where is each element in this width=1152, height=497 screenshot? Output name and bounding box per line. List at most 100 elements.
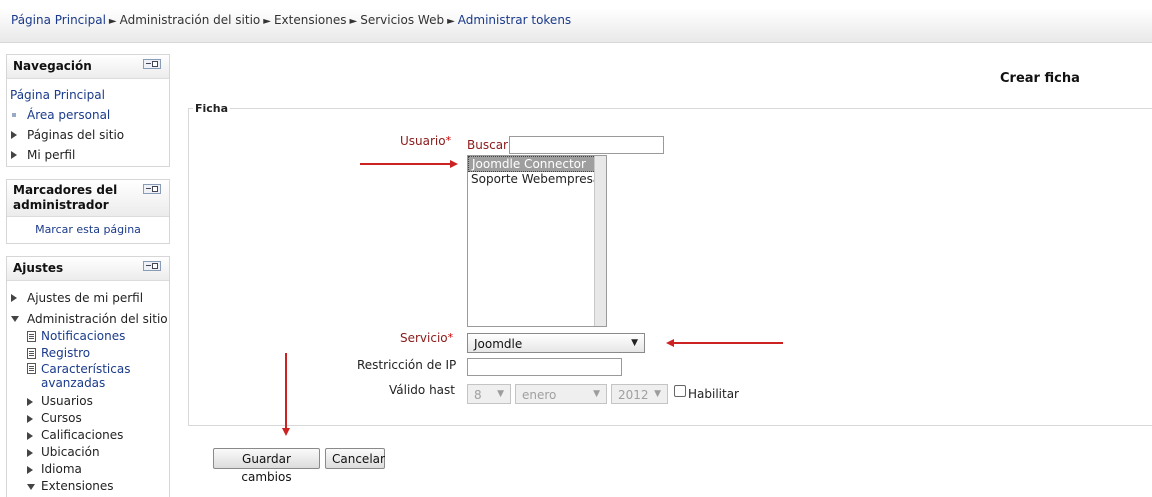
- settings-block-title: Ajustes: [13, 261, 64, 275]
- day-select-value: 8: [474, 388, 482, 402]
- service-select[interactable]: Joomdle ▼: [467, 333, 645, 353]
- settings-item-label: Calificaciones: [41, 428, 124, 442]
- admin-bookmarks-block-header: Marcadores del administrador: [7, 180, 169, 217]
- settings-item-caracteristicas-line2[interactable]: avanzadas: [7, 376, 169, 390]
- ip-restriction-input[interactable]: [467, 358, 622, 376]
- nav-item-label: Mi perfil: [27, 148, 76, 162]
- fieldset-legend: Ficha: [193, 102, 231, 115]
- chevron-down-icon: ▼: [654, 389, 661, 399]
- settings-item-label: Cursos: [41, 411, 82, 425]
- bookmark-this-page-link[interactable]: Marcar esta página: [35, 223, 141, 236]
- user-label: Usuario*: [400, 134, 451, 148]
- settings-item-label: Extensiones: [41, 479, 114, 493]
- block-dock-icon[interactable]: [143, 184, 161, 194]
- breadcrumb-separator: ►: [263, 16, 271, 27]
- expand-arrow-icon[interactable]: [27, 415, 33, 423]
- navigation-block-header: Navegación: [7, 55, 169, 79]
- document-icon: [27, 348, 36, 359]
- expand-arrow-icon[interactable]: [11, 294, 17, 302]
- enable-checkbox-label[interactable]: Habilitar: [688, 387, 739, 401]
- settings-item-extensiones[interactable]: Extensiones: [7, 478, 169, 495]
- settings-item-ajustes-perfil[interactable]: Ajustes de mi perfil: [7, 288, 169, 308]
- nav-item-paginas-del-sitio[interactable]: Páginas del sitio: [7, 125, 169, 145]
- nav-home-row: Página Principal: [7, 85, 169, 105]
- breadcrumb: Página Principal ► Administración del siti…: [11, 13, 571, 27]
- listbox-scrollbar[interactable]: [594, 156, 606, 326]
- settings-block: Ajustes Ajustes de mi perfil Administrac…: [6, 256, 170, 497]
- settings-item-label[interactable]: Notificaciones: [41, 329, 125, 343]
- user-search-input[interactable]: [509, 136, 664, 154]
- collapse-arrow-icon[interactable]: [27, 484, 35, 490]
- navigation-block-title: Navegación: [13, 59, 92, 73]
- settings-item-label: Usuarios: [41, 394, 93, 408]
- cancel-button[interactable]: Cancelar: [325, 448, 385, 469]
- save-changes-button[interactable]: Guardar cambios: [213, 448, 320, 484]
- chevron-down-icon: ▼: [593, 389, 600, 399]
- settings-item-notificaciones[interactable]: Notificaciones: [7, 328, 169, 345]
- user-option-joomdle-connector[interactable]: Joomdle Connector: [468, 156, 606, 172]
- settings-item-label: Idioma: [41, 462, 82, 476]
- breadcrumb-manage-tokens-link[interactable]: Administrar tokens: [458, 13, 571, 27]
- breadcrumb-separator: ►: [349, 16, 358, 27]
- breadcrumb-separator: ►: [108, 16, 117, 27]
- breadcrumb-web-services-link[interactable]: Servicios Web: [360, 13, 444, 27]
- breadcrumb-home-link[interactable]: Página Principal: [11, 13, 106, 27]
- document-icon: [27, 331, 36, 342]
- valid-until-label: Válido hast: [389, 383, 455, 397]
- navigation-block: Navegación Página Principal Área persona…: [6, 54, 170, 167]
- expand-arrow-icon[interactable]: [27, 466, 33, 474]
- block-dock-icon[interactable]: [143, 261, 161, 271]
- ip-restriction-label: Restricción de IP: [357, 358, 457, 372]
- settings-item-label[interactable]: Registro: [41, 346, 90, 360]
- valid-until-year-select: 2012 ▼: [611, 384, 668, 404]
- expand-arrow-icon[interactable]: [11, 131, 17, 139]
- breadcrumb-extensions-link[interactable]: Extensiones: [274, 13, 347, 27]
- settings-item-label: Ajustes de mi perfil: [27, 291, 144, 305]
- user-option-soporte-webempresa[interactable]: Soporte Webempresa: [468, 172, 606, 186]
- settings-item-cursos[interactable]: Cursos: [7, 410, 169, 427]
- token-fieldset: [188, 108, 1152, 426]
- admin-bookmarks-title-line1: Marcadores del: [13, 183, 118, 197]
- breadcrumb-site-admin-link[interactable]: Administración del sitio: [120, 13, 261, 27]
- nav-item-mi-perfil[interactable]: Mi perfil: [7, 145, 169, 165]
- settings-item-label: Administración del sitio: [27, 312, 168, 326]
- expand-arrow-icon[interactable]: [27, 432, 33, 440]
- nav-item-area-personal[interactable]: Área personal: [7, 105, 169, 125]
- settings-item-idioma[interactable]: Idioma: [7, 461, 169, 478]
- expand-arrow-icon[interactable]: [27, 449, 33, 457]
- settings-item-label[interactable]: avanzadas: [41, 376, 105, 390]
- settings-item-usuarios[interactable]: Usuarios: [7, 393, 169, 410]
- required-icon: *: [445, 134, 452, 147]
- expand-arrow-icon[interactable]: [11, 151, 17, 159]
- nav-item-label[interactable]: Área personal: [27, 108, 110, 122]
- settings-item-caracteristicas[interactable]: Características: [7, 362, 169, 376]
- breadcrumb-bar: Página Principal ► Administración del siti…: [0, 0, 1152, 43]
- admin-bookmarks-block: Marcadores del administrador Marcar esta…: [6, 179, 170, 244]
- block-dock-icon[interactable]: [143, 59, 161, 69]
- settings-item-ubicacion[interactable]: Ubicación: [7, 444, 169, 461]
- month-select-value: enero: [522, 388, 557, 402]
- admin-bookmarks-title-line2: administrador: [13, 198, 109, 212]
- year-select-value: 2012: [618, 388, 649, 402]
- breadcrumb-separator: ►: [447, 16, 455, 27]
- service-label-text: Servicio: [400, 331, 448, 345]
- settings-item-calificaciones[interactable]: Calificaciones: [7, 427, 169, 444]
- expand-arrow-icon[interactable]: [27, 398, 33, 406]
- chevron-down-icon: ▼: [631, 338, 638, 348]
- settings-item-label[interactable]: Características: [41, 362, 130, 376]
- bullet-icon: [12, 113, 16, 117]
- user-label-text: Usuario: [400, 134, 446, 148]
- collapse-arrow-icon[interactable]: [11, 316, 19, 322]
- service-select-value: Joomdle: [474, 337, 523, 351]
- required-icon: *: [447, 331, 454, 344]
- user-listbox[interactable]: Joomdle Connector Soporte Webempresa: [467, 155, 607, 327]
- settings-item-registro[interactable]: Registro: [7, 345, 169, 362]
- settings-block-header: Ajustes: [7, 257, 169, 281]
- nav-home-link[interactable]: Página Principal: [10, 88, 105, 102]
- settings-item-label: Ubicación: [41, 445, 100, 459]
- search-label: Buscar: [467, 138, 508, 152]
- enable-checkbox[interactable]: [674, 385, 686, 397]
- valid-until-month-select: enero ▼: [515, 384, 607, 404]
- service-label: Servicio*: [400, 331, 453, 345]
- settings-item-site-admin[interactable]: Administración del sitio: [7, 311, 169, 328]
